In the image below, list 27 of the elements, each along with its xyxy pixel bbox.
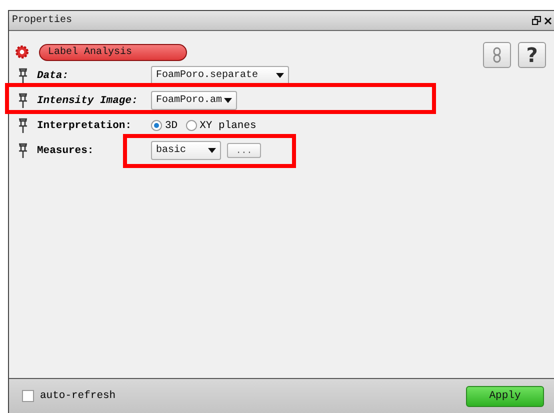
panel-title: Properties <box>12 15 72 26</box>
module-name[interactable]: Label Analysis <box>39 44 187 60</box>
help-button[interactable]: ? <box>518 42 546 68</box>
auto-refresh-checkbox[interactable] <box>22 390 34 402</box>
close-icon[interactable] <box>544 16 552 24</box>
dropdown[interactable]: basic <box>151 141 221 160</box>
port-label: Measures: <box>37 144 95 156</box>
link-icon <box>493 47 501 63</box>
dropdown[interactable]: FoamPoro.am <box>151 91 237 110</box>
gear-icon <box>15 45 29 59</box>
caret-icon <box>276 73 284 78</box>
port-label: Intensity Image: <box>37 94 139 106</box>
radio-option[interactable]: 3D <box>151 120 178 132</box>
caret-icon <box>224 98 232 103</box>
port-label: Data: <box>37 70 70 82</box>
caret-icon <box>208 148 216 153</box>
link-button[interactable] <box>483 42 511 68</box>
auto-refresh-label: auto-refresh <box>40 390 116 402</box>
port-label: Interpretation: <box>37 120 133 132</box>
more-button[interactable]: ... <box>227 143 261 158</box>
pin-icon[interactable] <box>17 92 29 108</box>
apply-button[interactable]: Apply <box>466 386 544 406</box>
float-icon[interactable] <box>532 16 541 25</box>
pin-icon[interactable] <box>17 68 29 84</box>
pin-icon[interactable] <box>17 142 29 158</box>
radio-option[interactable]: XY planes <box>186 120 256 132</box>
pin-icon[interactable] <box>17 118 29 134</box>
